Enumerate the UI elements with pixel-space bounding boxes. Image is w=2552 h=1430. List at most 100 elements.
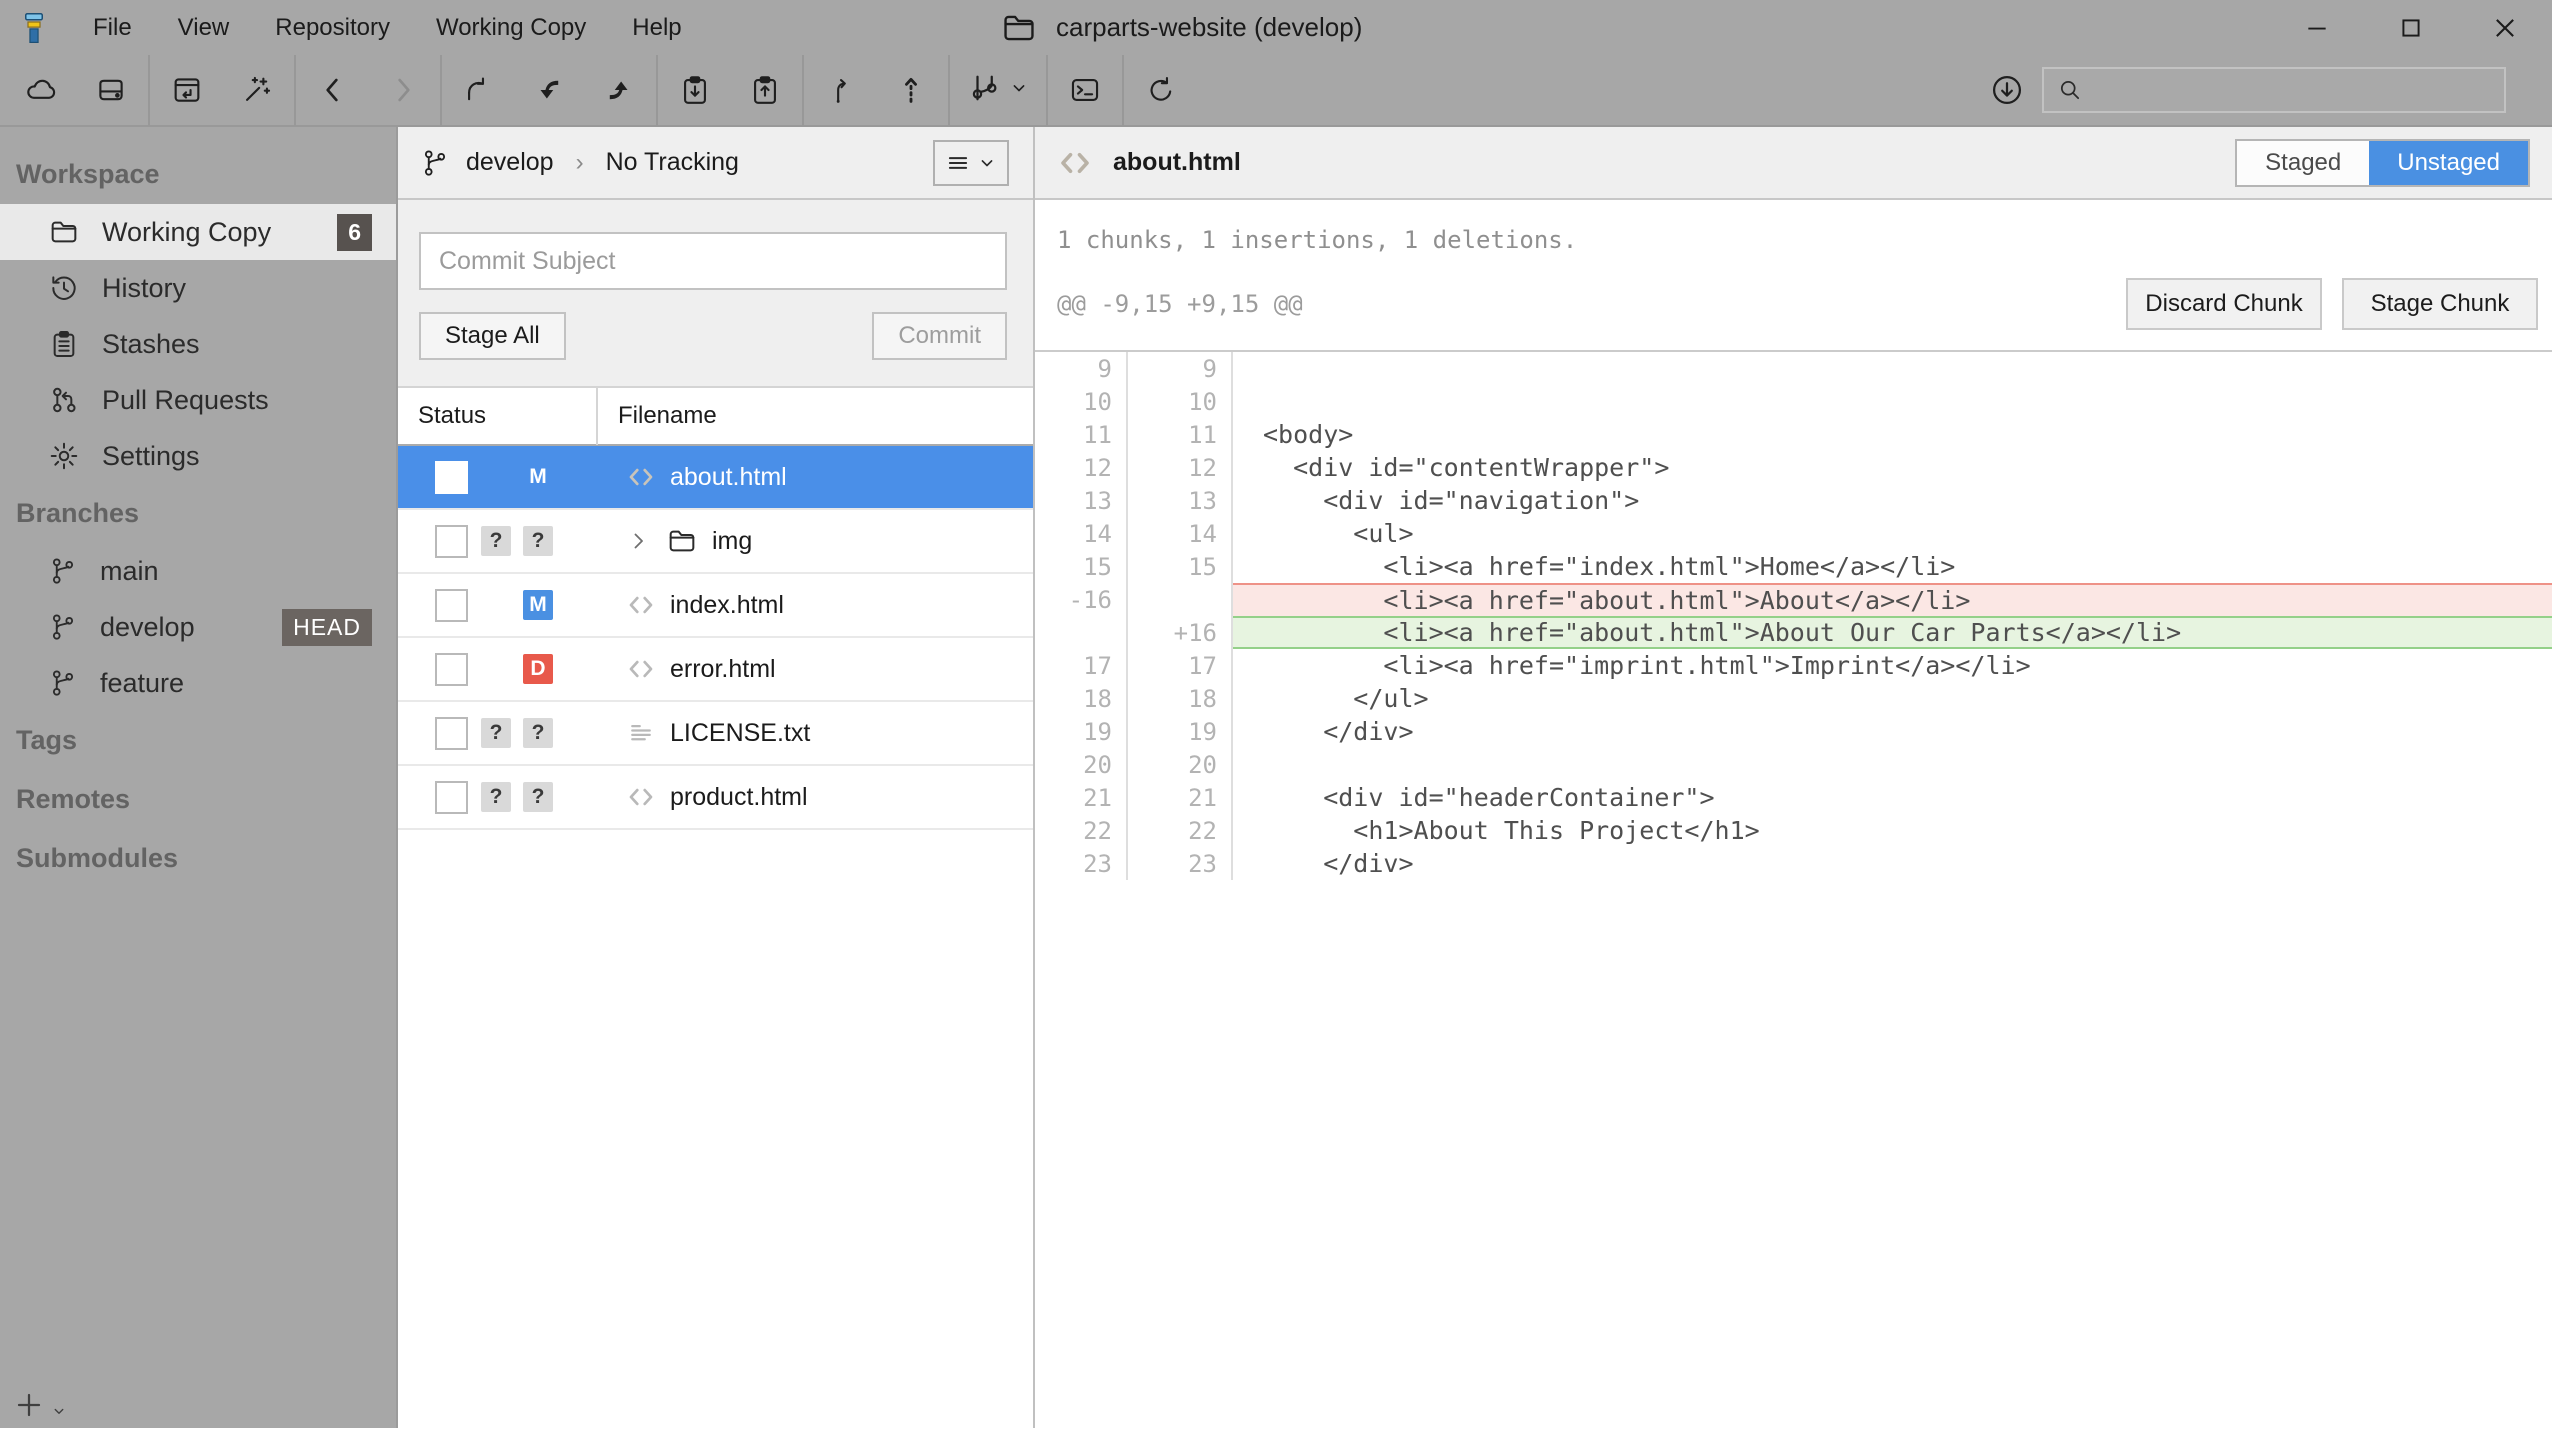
branches-dropdown-button[interactable] [952, 58, 1044, 122]
filename-cell: about.html [626, 462, 787, 492]
diff-line-+16[interactable]: +16 <li><a href="about.html">About Our C… [1035, 616, 2552, 649]
file-row-LICENSE.txt[interactable]: ??LICENSE.txt [398, 702, 1033, 766]
new-line-number: +16 [1128, 616, 1233, 649]
tab-staged[interactable]: Staged [2237, 141, 2369, 185]
diff-line-13[interactable]: 1313 <div id="navigation"> [1035, 484, 2552, 517]
stage-all-button[interactable]: Stage All [419, 312, 566, 360]
sidebar-item-main[interactable]: main [0, 543, 396, 599]
menubar: FileViewRepositoryWorking CopyHelp [70, 0, 705, 55]
diff-line-12[interactable]: 1212 <div id="contentWrapper"> [1035, 451, 2552, 484]
menu-view[interactable]: View [155, 0, 253, 55]
file-row-about.html[interactable]: Mabout.html [398, 446, 1033, 510]
sidebar-item-stashes[interactable]: Stashes [0, 316, 396, 372]
refresh-button[interactable] [1126, 58, 1196, 122]
sidebar-item-pull-requests[interactable]: Pull Requests [0, 372, 396, 428]
diff-code-text: <li><a href="imprint.html">Imprint</a></… [1233, 649, 2552, 682]
stage-checkbox[interactable] [435, 461, 468, 494]
code-file-icon [626, 462, 656, 492]
fetch-button[interactable] [444, 58, 514, 122]
file-table: Status Filename Mabout.html??imgMindex.h… [398, 386, 1033, 1428]
sidebar-section-tags[interactable]: Tags [0, 711, 396, 770]
diff-code-text [1233, 352, 2552, 385]
diff-line-21[interactable]: 2121 <div id="headerContainer"> [1035, 781, 2552, 814]
new-line-number: 17 [1128, 649, 1233, 682]
stash-save-button[interactable] [660, 58, 730, 122]
diff-line-15[interactable]: 1515 <li><a href="index.html">Home</a></… [1035, 550, 2552, 583]
clone-cloud-button[interactable] [6, 58, 76, 122]
merge-button[interactable] [806, 58, 876, 122]
sidebar-section-submodules[interactable]: Submodules [0, 829, 396, 888]
diff-summary: 1 chunks, 1 insertions, 1 deletions. [1035, 200, 2552, 254]
sidebar-item-label: feature [100, 668, 396, 699]
column-header-status[interactable]: Status [398, 402, 596, 430]
diff-line-23[interactable]: 2323 </div> [1035, 847, 2552, 880]
diff-line--16[interactable]: -16 <li><a href="about.html">About</a></… [1035, 583, 2552, 616]
sidebar-item-settings[interactable]: Settings [0, 428, 396, 484]
diff-line-9[interactable]: 99 [1035, 352, 2552, 385]
old-line-number: 19 [1035, 715, 1128, 748]
quick-launch-button[interactable] [222, 58, 292, 122]
minimize-button[interactable] [2270, 0, 2364, 55]
diff-line-14[interactable]: 1414 <ul> [1035, 517, 2552, 550]
discard-chunk-button[interactable]: Discard Chunk [2126, 278, 2322, 330]
diff-line-19[interactable]: 1919 </div> [1035, 715, 2552, 748]
file-row-product.html[interactable]: ??product.html [398, 766, 1033, 830]
diff-header: about.html StagedUnstaged [1035, 127, 2552, 200]
diff-line-17[interactable]: 1717 <li><a href="imprint.html">Imprint<… [1035, 649, 2552, 682]
commit-subject-input[interactable] [419, 232, 1007, 290]
diff-line-22[interactable]: 2222 <h1>About This Project</h1> [1035, 814, 2552, 847]
pull-button[interactable] [514, 58, 584, 122]
forward-button[interactable] [368, 58, 438, 122]
stage-checkbox[interactable] [435, 717, 468, 750]
stash-pop-button[interactable] [730, 58, 800, 122]
diff-line-18[interactable]: 1818 </ul> [1035, 682, 2552, 715]
column-header-filename[interactable]: Filename [598, 402, 717, 430]
sidebar: WorkspaceWorking Copy6HistoryStashesPull… [0, 127, 398, 1428]
commit-options-button[interactable] [933, 140, 1009, 186]
sidebar-item-develop[interactable]: developHEAD [0, 599, 396, 655]
code-file-icon [626, 782, 656, 812]
push-button[interactable] [584, 58, 654, 122]
file-row-img[interactable]: ??img [398, 510, 1033, 574]
local-repo-button[interactable] [76, 58, 146, 122]
diff-code-text: <li><a href="index.html">Home</a></li> [1233, 550, 2552, 583]
status-badge-?: ? [523, 526, 553, 556]
diff-code-text: <li><a href="about.html">About Our Car P… [1233, 616, 2552, 649]
diff-line-10[interactable]: 1010 [1035, 385, 2552, 418]
back-button[interactable] [298, 58, 368, 122]
diff-line-11[interactable]: 1111<body> [1035, 418, 2552, 451]
stage-checkbox[interactable] [435, 525, 468, 558]
commit-button[interactable]: Commit [872, 312, 1007, 360]
maximize-button[interactable] [2364, 0, 2458, 55]
file-row-index.html[interactable]: Mindex.html [398, 574, 1033, 638]
add-repository-button[interactable] [14, 1390, 68, 1420]
current-branch[interactable]: develop [466, 148, 554, 177]
menu-repository[interactable]: Repository [252, 0, 413, 55]
toolbar-separator [1046, 54, 1048, 126]
open-repo-button[interactable] [152, 58, 222, 122]
tab-unstaged[interactable]: Unstaged [2369, 141, 2528, 185]
tracking-status[interactable]: No Tracking [606, 148, 739, 177]
stage-checkbox[interactable] [435, 589, 468, 622]
sidebar-item-history[interactable]: History [0, 260, 396, 316]
sidebar-item-feature[interactable]: feature [0, 655, 396, 711]
menu-help[interactable]: Help [609, 0, 704, 55]
old-line-number: 10 [1035, 385, 1128, 418]
file-row-error.html[interactable]: Derror.html [398, 638, 1033, 702]
stage-chunk-button[interactable]: Stage Chunk [2342, 278, 2538, 330]
menu-file[interactable]: File [70, 0, 155, 55]
stage-checkbox[interactable] [435, 653, 468, 686]
diff-line-20[interactable]: 2020 [1035, 748, 2552, 781]
stage-checkbox[interactable] [435, 781, 468, 814]
old-line-number: 14 [1035, 517, 1128, 550]
search-input[interactable] [2094, 76, 2492, 104]
terminal-button[interactable] [1050, 58, 1120, 122]
expand-chevron-icon[interactable] [626, 529, 652, 553]
diff-code-text: </ul> [1233, 682, 2552, 715]
sidebar-section-remotes[interactable]: Remotes [0, 770, 396, 829]
close-button[interactable] [2458, 0, 2552, 55]
menu-working-copy[interactable]: Working Copy [413, 0, 609, 55]
sidebar-item-working-copy[interactable]: Working Copy6 [0, 204, 396, 260]
rebase-button[interactable] [876, 58, 946, 122]
download-updates-button[interactable] [1972, 58, 2042, 122]
